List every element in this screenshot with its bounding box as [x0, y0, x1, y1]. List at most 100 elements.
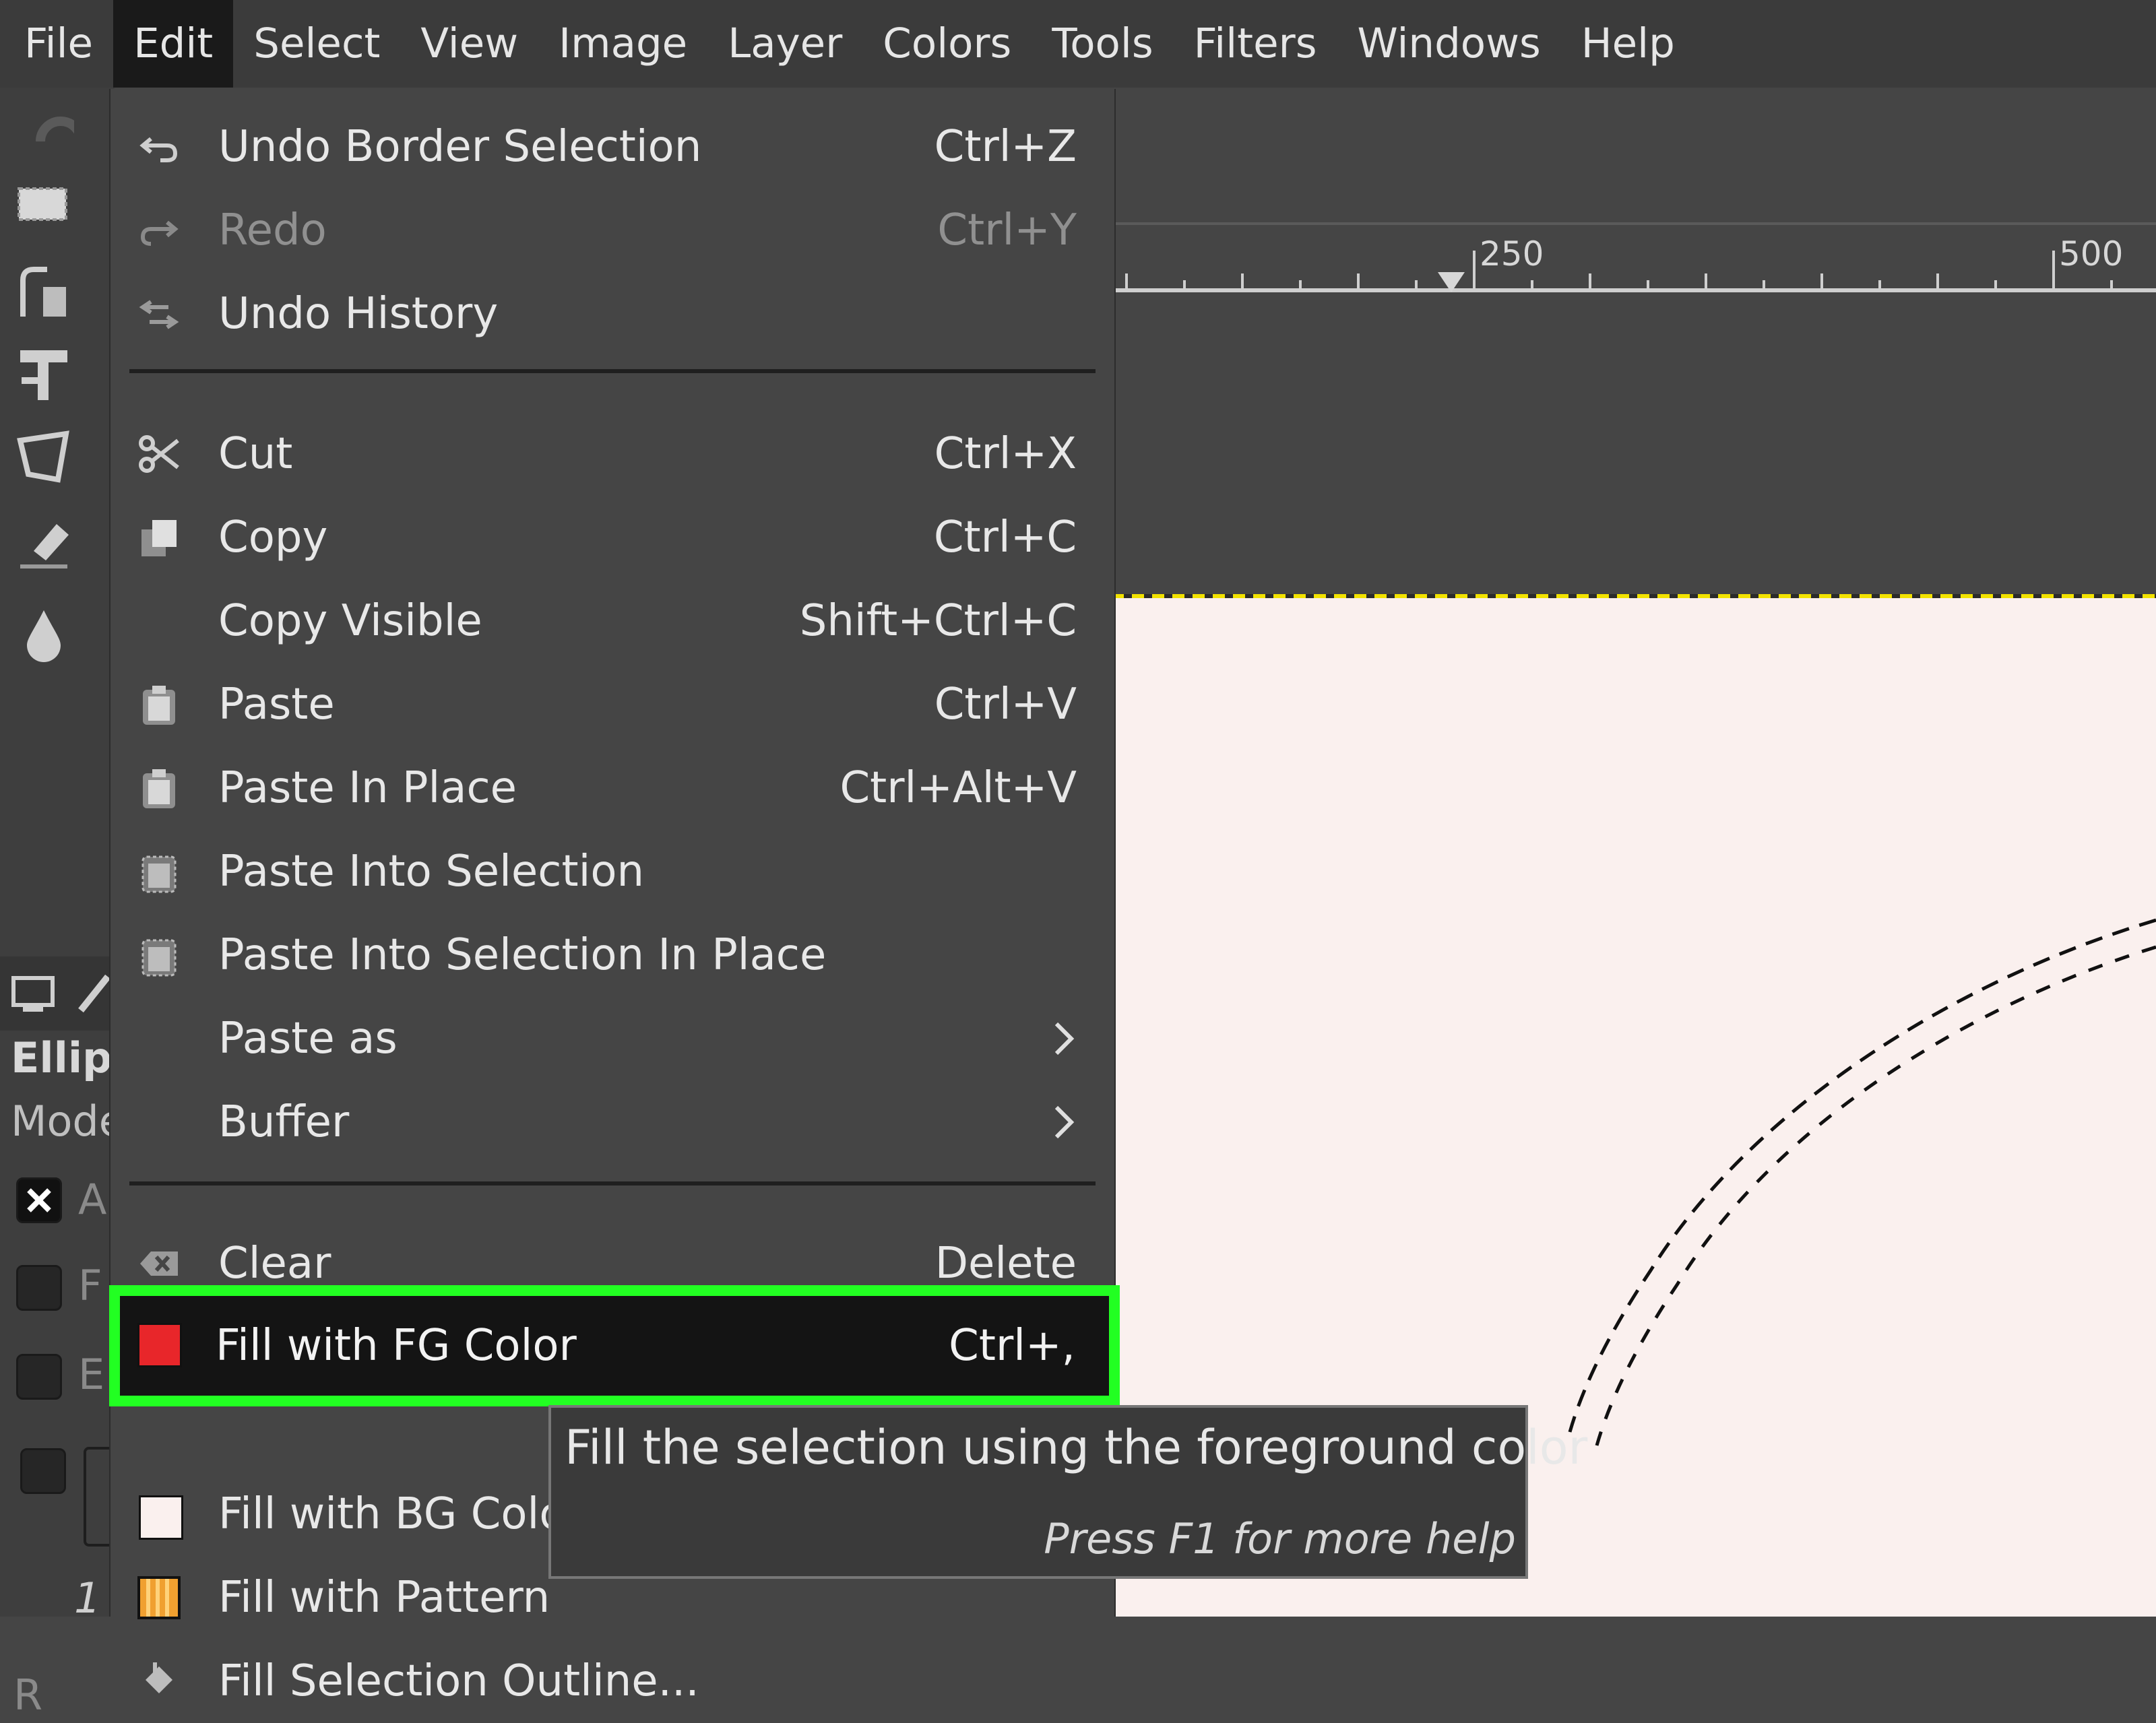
menu-item-copy[interactable]: Copy Ctrl+C [110, 496, 1114, 579]
menu-item-copy-visible[interactable]: Copy Visible Shift+Ctrl+C [110, 579, 1114, 663]
tooltip: Fill the selection using the foreground … [548, 1405, 1587, 1579]
menu-item-label: Fill Selection Outline... [218, 1656, 699, 1706]
menu-item-label: Undo Border Selection [218, 122, 702, 172]
menu-item-cut[interactable]: Cut Ctrl+X [110, 412, 1114, 496]
menu-item-label: Paste Into Selection In Place [218, 930, 827, 980]
check-x-icon [27, 1188, 51, 1212]
scissors-icon [139, 435, 179, 473]
menu-help[interactable]: Help [1561, 0, 1695, 88]
align-tool-icon[interactable] [13, 344, 74, 404]
menu-windows[interactable]: Windows [1337, 0, 1560, 88]
paste-in-place-icon [143, 769, 175, 808]
bg-color-swatch [139, 1495, 183, 1540]
ruler-label-250: 250 [1480, 234, 1544, 273]
menu-item-label: Undo History [218, 289, 499, 339]
menu-item-shortcut: Ctrl+X [934, 429, 1077, 479]
menu-item-shortcut: Ctrl+, [949, 1321, 1075, 1371]
menu-item-paste-in-place[interactable]: Paste In Place Ctrl+Alt+V [110, 746, 1114, 830]
antialias-label: A [78, 1175, 107, 1224]
menu-item-label: Paste as [218, 1014, 398, 1064]
chevron-right-icon [1054, 1105, 1075, 1139]
menu-item-paste[interactable]: Paste Ctrl+V [110, 663, 1114, 746]
menu-item-label: Paste [218, 680, 335, 729]
ruler-pointer-marker [1438, 272, 1465, 292]
undo-icon [139, 137, 178, 162]
horizontal-ruler[interactable]: 250 500 [1112, 222, 2156, 292]
menu-item-fill-selection-outline[interactable]: Fill Selection Outline... [110, 1639, 1114, 1723]
menu-item-label: Fill with BG Color [218, 1489, 583, 1539]
menu-item-label: Paste In Place [218, 763, 517, 813]
eraser-tool-icon[interactable] [13, 511, 74, 571]
copy-icon [141, 520, 177, 556]
menu-image[interactable]: Image [538, 0, 707, 88]
chevron-right-icon [1054, 1022, 1075, 1055]
crop-paths-icon[interactable] [13, 260, 74, 321]
layer-boundary [1112, 594, 2156, 598]
mode-label: Mode [11, 1097, 125, 1146]
paste-icon [143, 686, 175, 725]
menu-item-shortcut: Ctrl+V [934, 680, 1077, 729]
menu-item-shortcut: Ctrl+Alt+V [839, 763, 1077, 813]
menu-item-shortcut: Shift+Ctrl+C [799, 596, 1077, 646]
antialias-checkbox[interactable] [16, 1177, 62, 1223]
brush-tab-icon[interactable] [74, 970, 115, 1017]
menu-item-shortcut: Ctrl+Z [934, 122, 1077, 172]
paste-into-selection-in-place-icon [141, 939, 177, 977]
menu-tools[interactable]: Tools [1032, 0, 1173, 88]
menu-item-label: Buffer [218, 1097, 350, 1147]
menu-item-undo[interactable]: Undo Border Selection Ctrl+Z [110, 105, 1114, 189]
tooltip-text: Fill the selection using the foreground … [565, 1420, 1588, 1475]
menu-colors[interactable]: Colors [862, 0, 1032, 88]
pattern-icon [137, 1576, 181, 1619]
ruler-label-500: 500 [2059, 234, 2124, 273]
menu-item-paste-into-selection[interactable]: Paste Into Selection [110, 830, 1114, 913]
menu-item-label: Fill with Pattern [218, 1573, 550, 1623]
blur-drop-icon[interactable] [13, 604, 74, 664]
perspective-tool-icon[interactable] [13, 427, 74, 488]
expand-label: E [78, 1350, 105, 1399]
tooltip-help-hint: Press F1 for more help [1044, 1514, 1516, 1563]
tool-options-tabs [0, 956, 115, 1031]
tool-options-title: Ellip [11, 1033, 113, 1082]
feather-checkbox[interactable] [16, 1265, 62, 1311]
feather-label: F [78, 1261, 102, 1310]
toolbox: Ellip Mode A F E 1 R [0, 88, 125, 1720]
canvas-padding [1112, 292, 2156, 597]
stroke-bucket-icon [146, 1662, 172, 1693]
menu-layer[interactable]: Layer [707, 0, 862, 88]
clear-icon [140, 1251, 178, 1276]
menubar: File Edit Select View Image Layer Colors… [0, 0, 2156, 88]
menu-item-label: Redo [218, 205, 327, 255]
menu-edit[interactable]: Edit [113, 0, 234, 88]
menu-item-label: Copy [218, 513, 328, 562]
paste-into-selection-icon [141, 855, 177, 893]
rect-select-icon[interactable] [13, 176, 74, 237]
option-value: 1 [74, 1573, 101, 1623]
menu-item-label: Copy Visible [218, 596, 482, 646]
menu-item-redo[interactable]: Redo Ctrl+Y [110, 189, 1114, 272]
menu-file[interactable]: File [0, 0, 113, 88]
menu-item-label: Cut [218, 429, 293, 479]
menu-item-shortcut: Ctrl+C [933, 513, 1077, 562]
menu-item-label: Fill with FG Color [216, 1321, 577, 1371]
menu-item-label: Paste Into Selection [218, 847, 645, 897]
menu-item-shortcut: Ctrl+Y [937, 205, 1077, 255]
fg-color-swatch [137, 1323, 182, 1367]
menu-separator [129, 369, 1096, 373]
menu-item-undo-history[interactable]: Undo History [110, 272, 1114, 356]
menu-item-buffer[interactable]: Buffer [110, 1080, 1114, 1164]
menu-view[interactable]: View [400, 0, 538, 88]
menu-select[interactable]: Select [233, 0, 400, 88]
option-bottom-label: R [13, 1670, 43, 1720]
redo-icon [140, 220, 179, 246]
menu-item-paste-as[interactable]: Paste as [110, 997, 1114, 1080]
fixed-checkbox[interactable] [20, 1448, 66, 1494]
tool-options-tab-icon[interactable] [9, 970, 57, 1017]
menu-item-paste-into-selection-in-place[interactable]: Paste Into Selection In Place [110, 913, 1114, 997]
menu-separator [129, 1181, 1096, 1185]
rect-select-tool-icon[interactable] [13, 101, 74, 162]
undo-history-icon [139, 300, 179, 329]
expand-checkbox[interactable] [16, 1354, 62, 1400]
menu-item-fill-fg[interactable]: Fill with FG Color Ctrl+, [109, 1285, 1120, 1406]
menu-filters[interactable]: Filters [1174, 0, 1337, 88]
